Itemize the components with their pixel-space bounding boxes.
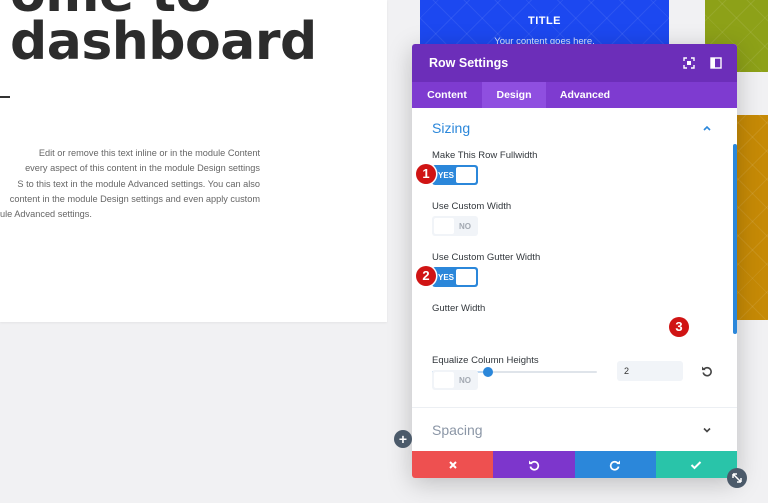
modal-scrollbar[interactable] <box>733 144 737 334</box>
page-content-card: ome to dashboard Edit or remove this tex… <box>0 0 387 322</box>
custom-gutter-toggle[interactable]: YES <box>432 267 478 287</box>
fullwidth-toggle-text: YES <box>438 171 455 180</box>
equalize-toggle[interactable]: NO <box>432 370 478 390</box>
custom-width-toggle[interactable]: NO <box>432 216 478 236</box>
resize-handle[interactable] <box>727 468 747 488</box>
redo-button[interactable] <box>574 451 656 478</box>
body-paragraph: Edit or remove this text inline or in th… <box>0 146 260 222</box>
plus-icon: + <box>398 431 408 447</box>
gutter-width-input[interactable] <box>617 361 683 381</box>
custom-width-label: Use Custom Width <box>432 201 512 212</box>
cancel-button[interactable] <box>412 451 494 478</box>
chevron-down-icon[interactable] <box>702 425 712 435</box>
equalize-label: Equalize Column Heights <box>432 355 539 366</box>
step-badge-2: 2 <box>416 266 436 286</box>
modal-title: Row Settings <box>429 56 509 70</box>
toggle-knob <box>434 218 454 234</box>
add-module-button[interactable]: + <box>394 430 412 448</box>
row-settings-modal: Row Settings Content Design Advanced Siz… <box>412 44 737 478</box>
heading-divider <box>0 96 10 98</box>
modal-header: Row Settings <box>412 44 737 82</box>
modal-tabs: Content Design Advanced <box>412 82 737 108</box>
blurb-tile-gold <box>737 115 768 320</box>
slider-handle[interactable] <box>483 367 494 377</box>
section-sizing-title[interactable]: Sizing <box>432 120 470 136</box>
tab-advanced[interactable]: Advanced <box>546 82 624 108</box>
reset-icon[interactable] <box>701 365 713 377</box>
section-spacing-title[interactable]: Spacing <box>432 422 483 438</box>
gutter-width-label: Gutter Width <box>432 303 486 314</box>
fullwidth-toggle[interactable]: YES <box>432 165 478 185</box>
custom-gutter-label: Use Custom Gutter Width <box>432 252 541 263</box>
toggle-knob <box>434 372 454 388</box>
custom-gutter-toggle-text: YES <box>438 273 455 282</box>
toggle-knob <box>456 167 476 183</box>
blurb-tile-blue: TITLE Your content goes here. <box>420 0 669 50</box>
save-button[interactable] <box>655 451 737 478</box>
modal-body: Sizing Make This Row Fullwidth YES Use C… <box>412 108 737 451</box>
close-icon <box>448 460 457 469</box>
step-badge-1: 1 <box>416 164 436 184</box>
page-heading: ome to dashboard <box>10 0 317 72</box>
resize-icon <box>732 473 742 483</box>
check-icon <box>691 460 702 469</box>
fullwidth-label: Make This Row Fullwidth <box>432 150 538 161</box>
redo-icon <box>609 460 621 471</box>
body-line: every aspect of this content in the modu… <box>25 163 260 174</box>
custom-width-toggle-text: NO <box>459 222 471 231</box>
undo-icon <box>528 460 540 471</box>
heading-line-2: dashboard <box>10 12 317 72</box>
modal-action-bar <box>412 451 737 478</box>
blurb-title: TITLE <box>527 15 562 27</box>
undo-button[interactable] <box>493 451 575 478</box>
body-line: S to this text in the module Advanced se… <box>17 178 260 189</box>
tab-content[interactable]: Content <box>412 82 482 108</box>
body-line: Edit or remove this text inline or in th… <box>38 148 260 158</box>
body-line: ule Advanced settings. <box>0 209 92 220</box>
chevron-up-icon[interactable] <box>702 123 712 133</box>
toggle-knob <box>456 269 476 285</box>
expand-icon[interactable] <box>682 56 696 70</box>
step-badge-3: 3 <box>669 317 689 337</box>
equalize-toggle-text: NO <box>459 376 471 385</box>
body-line: content in the module Design settings an… <box>9 193 260 204</box>
tab-design[interactable]: Design <box>482 82 546 108</box>
sidebar-toggle-icon[interactable] <box>709 56 723 70</box>
section-divider <box>412 407 737 408</box>
